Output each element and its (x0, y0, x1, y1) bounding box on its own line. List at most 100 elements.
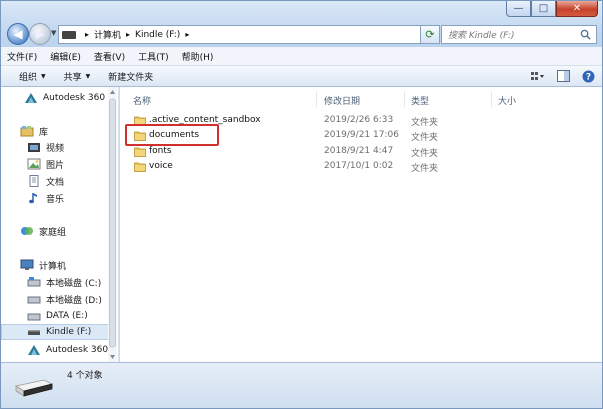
title-bar: — □ ✕ ◀ ▶ ▼ ▸ 计算机 ▸ Kindle (F:) ▸ ▼ ⟳ 搜索… (1, 1, 602, 47)
breadcrumb-kindle[interactable]: Kindle (F:) (135, 30, 180, 40)
menu-edit[interactable]: 编辑(E) (50, 50, 81, 63)
close-button[interactable]: ✕ (556, 1, 598, 17)
column-divider[interactable] (404, 91, 405, 107)
nav-item-computer[interactable]: 计算机 (1, 257, 117, 273)
file-name: voice (149, 161, 173, 171)
file-modified: 2017/10/1 0:02 (324, 161, 394, 171)
file-type: 文件夹 (411, 164, 439, 174)
file-type: 文件夹 (411, 118, 439, 128)
nav-item-videos[interactable]: 视频 (1, 139, 117, 155)
drive-icon (27, 313, 41, 321)
view-controls: ? (521, 69, 596, 83)
nav-item-label: 图片 (46, 160, 65, 171)
share-label: 共享 (63, 72, 82, 83)
column-header-name[interactable]: 名称 (133, 94, 151, 107)
minimize-button[interactable]: — (506, 1, 531, 17)
file-modified: 2019/2/26 6:33 (324, 115, 394, 125)
organize-label: 组织 (19, 72, 38, 83)
nav-item-drive-d[interactable]: 本地磁盘 (D:) (1, 291, 117, 307)
nav-item-homegroup[interactable]: 家庭组 (1, 223, 117, 239)
documents-icon (29, 175, 39, 187)
breadcrumb-computer[interactable]: 计算机 (94, 28, 121, 41)
preview-pane-icon[interactable] (555, 69, 571, 83)
view-options-icon[interactable] (530, 69, 546, 83)
nav-item-label: 本地磁盘 (D:) (46, 295, 102, 306)
nav-item-label: Kindle (F:) (46, 327, 92, 337)
organize-button[interactable]: 组织 ▼ (19, 70, 46, 83)
nav-item-autodesk-360[interactable]: Autodesk 360 (1, 90, 117, 106)
file-type: 文件夹 (411, 149, 439, 159)
nav-item-label: 计算机 (39, 261, 67, 272)
nav-item-label: 本地磁盘 (C:) (46, 278, 102, 289)
folder-icon (134, 147, 146, 157)
svg-text:?: ? (585, 72, 590, 82)
item-count: 4 个对象 (67, 371, 103, 381)
music-icon (29, 193, 37, 204)
nav-item-libraries[interactable]: 库 (1, 123, 117, 139)
breadcrumb-separator: ▸ (185, 30, 190, 39)
details-pane: 4 个对象 (1, 362, 602, 408)
file-type: 文件夹 (411, 133, 439, 143)
arrow-right-icon: ▶ (35, 27, 45, 41)
column-divider[interactable] (316, 91, 317, 107)
file-name: fonts (149, 146, 172, 156)
computer-icon (20, 259, 34, 270)
drive-icon (27, 277, 41, 287)
nav-item-documents[interactable]: 文档 (1, 173, 117, 189)
video-icon (28, 143, 40, 152)
column-header-modified[interactable]: 修改日期 (324, 94, 360, 107)
arrow-left-icon: ◀ (13, 27, 23, 41)
menu-bar: 文件(F) 编辑(E) 查看(V) 工具(T) 帮助(H) (1, 47, 602, 66)
new-folder-button[interactable]: 新建文件夹 (108, 70, 153, 83)
homegroup-icon (21, 227, 33, 235)
search-input[interactable]: 搜索 Kindle (F:) (441, 25, 597, 44)
caption-buttons: — □ ✕ (506, 1, 598, 18)
nav-item-label: 视频 (46, 143, 65, 154)
nav-item-kindle[interactable]: Kindle (F:) (1, 324, 117, 340)
file-row[interactable]: voice 2017/10/1 0:02 文件夹 (120, 160, 602, 175)
file-row[interactable]: fonts 2018/9/21 4:47 文件夹 (120, 145, 602, 160)
nav-item-label: 库 (39, 127, 49, 138)
nav-item-drive-c[interactable]: 本地磁盘 (C:) (1, 274, 117, 290)
menu-tools[interactable]: 工具(T) (138, 50, 169, 63)
nav-item-autodesk-360-drive[interactable]: Autodesk 360 (1, 342, 117, 358)
nav-scrollbar[interactable] (108, 87, 117, 362)
folder-icon (134, 162, 146, 172)
refresh-button[interactable]: ⟳ (420, 25, 440, 44)
navigation-pane: Autodesk 360 库 视频 图片 文档 音乐 家庭组 计算机 本地磁盘 … (1, 87, 119, 362)
menu-view[interactable]: 查看(V) (94, 50, 125, 63)
menu-file[interactable]: 文件(F) (7, 50, 37, 63)
share-button[interactable]: 共享 ▼ (64, 70, 91, 83)
column-header-type[interactable]: 类型 (411, 94, 429, 107)
file-list: 名称 修改日期 类型 大小 .active_content_sandbox 20… (120, 87, 602, 362)
search-icon[interactable] (580, 29, 591, 40)
nav-item-label: Autodesk 360 (46, 345, 109, 355)
nav-item-pictures[interactable]: 图片 (1, 156, 117, 172)
address-bar[interactable]: ▸ 计算机 ▸ Kindle (F:) ▸ ▼ (58, 25, 433, 44)
maximize-button[interactable]: □ (531, 1, 556, 17)
explorer-window: — □ ✕ ◀ ▶ ▼ ▸ 计算机 ▸ Kindle (F:) ▸ ▼ ⟳ 搜索… (0, 0, 603, 409)
nav-item-label: Autodesk 360 (43, 93, 106, 103)
command-bar: 组织 ▼ 共享 ▼ 新建文件夹 ? (1, 66, 602, 87)
search-placeholder: 搜索 Kindle (F:) (448, 31, 515, 41)
help-icon[interactable]: ? (580, 69, 596, 83)
usb-drive-icon (28, 330, 40, 335)
autodesk-icon (28, 345, 40, 355)
back-button[interactable]: ◀ (7, 23, 29, 45)
forward-button[interactable]: ▶ (29, 23, 51, 45)
menu-help[interactable]: 帮助(H) (182, 50, 214, 63)
column-divider[interactable] (491, 91, 492, 107)
nav-item-label: 文档 (46, 177, 65, 188)
nav-item-music[interactable]: 音乐 (1, 190, 117, 206)
highlight-annotation (125, 124, 219, 146)
chevron-down-icon: ▼ (85, 72, 91, 80)
column-header-size[interactable]: 大小 (498, 94, 516, 107)
nav-item-label: 家庭组 (39, 227, 67, 238)
recent-pages-dropdown[interactable]: ▼ (51, 29, 56, 37)
breadcrumb-separator: ▸ (126, 30, 131, 39)
nav-item-label: DATA (E:) (46, 311, 88, 321)
refresh-icon: ⟳ (425, 28, 435, 41)
breadcrumb: ▸ 计算机 ▸ Kindle (F:) ▸ (80, 28, 194, 42)
nav-item-drive-e[interactable]: DATA (E:) (1, 308, 117, 324)
file-modified: 2019/9/21 17:06 (324, 130, 399, 140)
